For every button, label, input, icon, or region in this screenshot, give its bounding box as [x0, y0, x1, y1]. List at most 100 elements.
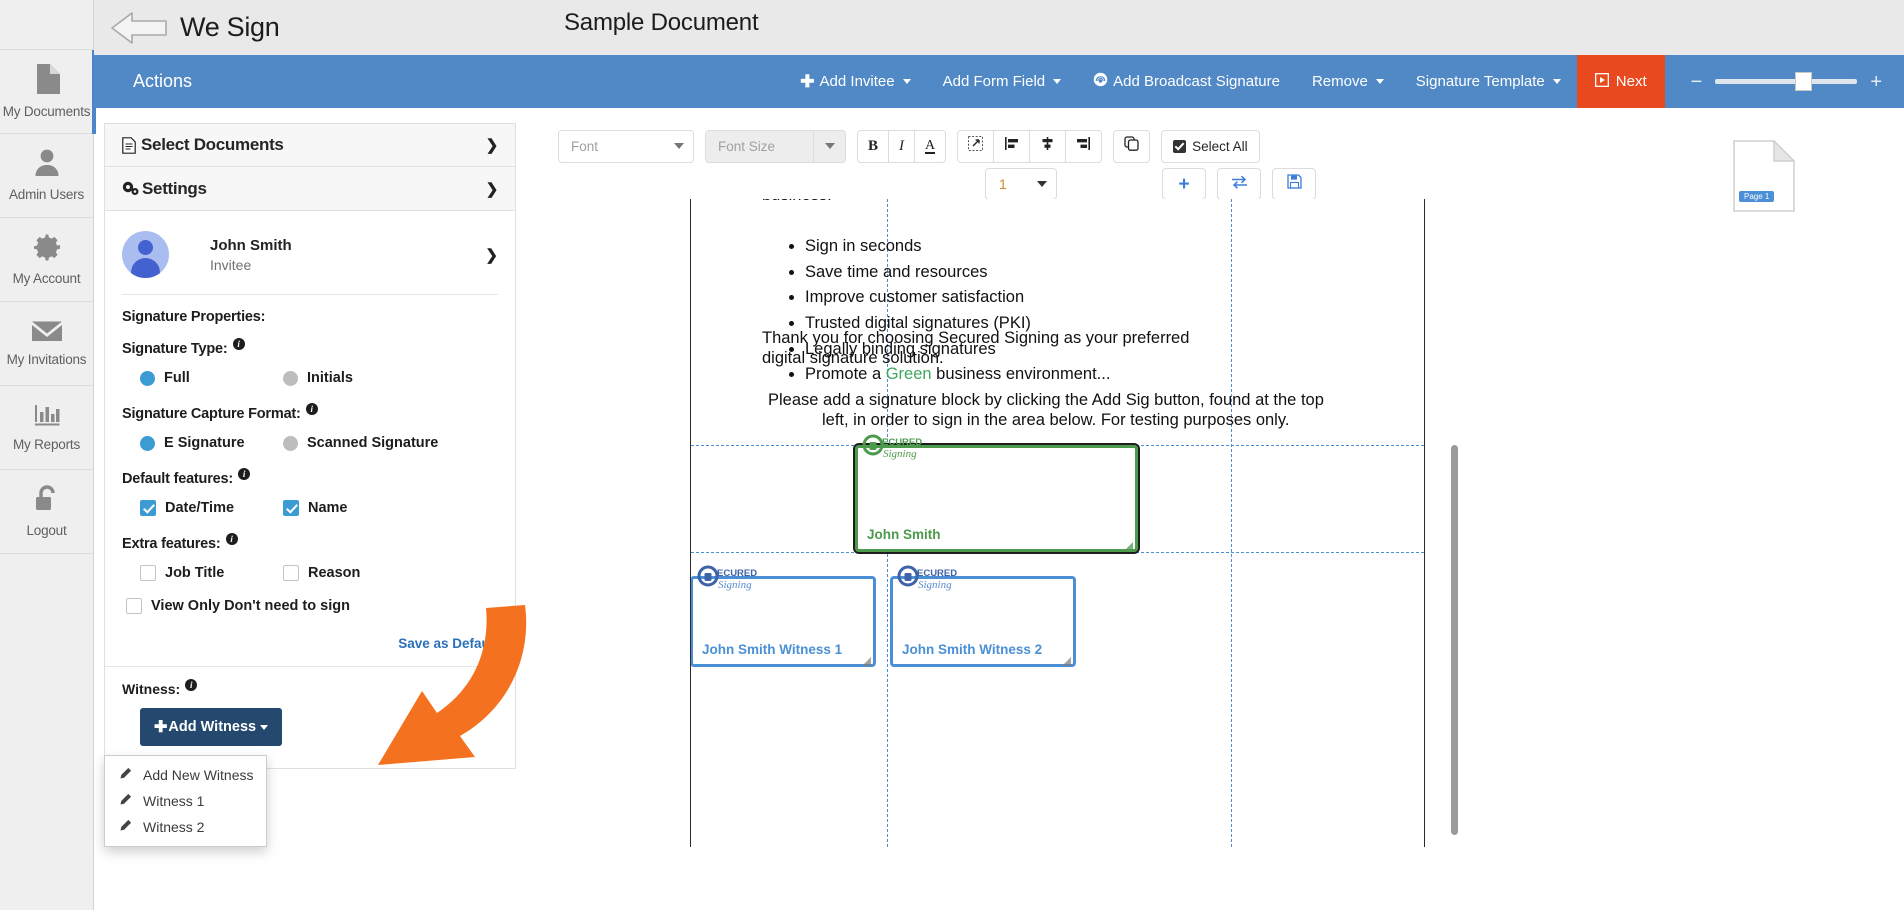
text-color-icon: A — [925, 137, 936, 154]
accordion-select-documents[interactable]: Select Documents ❯ — [104, 123, 516, 167]
zoom-in-button[interactable]: + — [1870, 72, 1882, 92]
signature-name: John Smith — [867, 527, 941, 542]
info-icon[interactable]: i — [232, 338, 245, 350]
settings-body: John Smith Invitee ❯ Signature Propertie… — [104, 211, 516, 769]
info-icon[interactable]: i — [185, 679, 198, 691]
info-icon[interactable]: i — [238, 468, 251, 480]
align-right-button[interactable] — [1066, 130, 1102, 162]
accordion-settings[interactable]: Settings ❯ — [104, 167, 516, 211]
chevron-down-icon[interactable]: ❯ — [485, 246, 498, 264]
menu-item-add-new-witness[interactable]: Add New Witness — [105, 762, 266, 788]
add-witness-button[interactable]: ✚ Add Witness — [140, 708, 283, 746]
app-brand: We Sign — [180, 12, 280, 42]
document-lead-text: business: — [762, 199, 832, 205]
copy-button[interactable] — [1114, 130, 1150, 162]
checkbox-box — [140, 500, 156, 516]
signature-block-witness-1[interactable]: ECURED Signing John Smith Witness 1 — [691, 565, 876, 667]
zoom-slider[interactable] — [1715, 72, 1858, 91]
chevron-down-icon — [902, 79, 911, 84]
text-color-button[interactable]: A — [915, 130, 946, 162]
capture-format-label: Signature Capture Format: i — [122, 403, 498, 422]
checkbox-date-time[interactable]: Date/Time — [122, 500, 279, 516]
signature-block-main[interactable]: ECURED Signing John Smith — [853, 434, 1140, 554]
radio-signature-type-initials[interactable]: Initials — [279, 370, 353, 386]
swap-pages-button[interactable] — [1217, 168, 1261, 200]
radio-signature-type-full[interactable]: Full — [122, 370, 279, 386]
chevron-down-icon[interactable]: ❯ — [486, 180, 499, 198]
menu-item-witness-1[interactable]: Witness 1 — [105, 788, 266, 814]
next-button[interactable]: Next — [1576, 55, 1665, 108]
radio-capture-e-signature[interactable]: E Signature — [122, 435, 279, 451]
page-action-buttons: + — [1162, 168, 1316, 200]
align-center-button[interactable] — [1030, 130, 1067, 162]
option-label: E Signature — [164, 435, 245, 451]
radio-capture-scanned-signature[interactable]: Scanned Signature — [279, 435, 438, 451]
sidebar-label: My Documents — [2, 104, 91, 119]
page-thumbnail[interactable]: Page 1 — [1733, 139, 1796, 212]
zoom-out-button[interactable]: − — [1691, 72, 1703, 92]
avatar — [122, 231, 169, 278]
align-left-button[interactable] — [994, 130, 1031, 162]
format-toolbar: Font Font Size B I A Select All — [558, 126, 1586, 166]
select-all-button[interactable]: Select All — [1162, 130, 1259, 162]
document-scrollbar[interactable] — [1451, 445, 1458, 835]
save-as-default-link[interactable]: Save as Default — [398, 636, 498, 651]
default-features-options: Date/Time Name — [122, 500, 498, 516]
svg-text:Signing: Signing — [718, 579, 752, 591]
remove-button[interactable]: Remove — [1296, 55, 1400, 108]
document-page[interactable]: business: Sign in seconds Save time and … — [690, 199, 1425, 847]
resize-button[interactable] — [958, 130, 995, 162]
sidebar-item-my-account[interactable]: My Account — [0, 218, 93, 302]
sidebar-item-my-invitations[interactable]: My Invitations — [0, 302, 93, 386]
checkbox-job-title[interactable]: Job Title — [122, 565, 279, 581]
signature-block-witness-2[interactable]: ECURED Signing John Smith Witness 2 — [890, 565, 1076, 667]
italic-button[interactable]: I — [889, 130, 916, 162]
menu-item-label: Add New Witness — [143, 767, 254, 783]
font-select[interactable]: Font — [559, 130, 693, 162]
signature-template-button[interactable]: Signature Template — [1400, 55, 1577, 108]
chevron-down-icon[interactable]: ❯ — [486, 136, 499, 154]
back-arrow-icon[interactable] — [108, 8, 170, 48]
info-icon[interactable]: i — [225, 533, 238, 545]
avatar-head — [138, 240, 153, 255]
add-page-button[interactable]: + — [1162, 168, 1206, 200]
save-button[interactable] — [1272, 168, 1316, 200]
font-size-dropdown-arrow[interactable] — [814, 130, 845, 162]
sidebar-item-logout[interactable]: Logout — [0, 470, 93, 554]
checkbox-box — [283, 500, 299, 516]
checkbox-reason[interactable]: Reason — [279, 565, 360, 581]
actions-label: Actions — [133, 71, 193, 91]
font-group: Font — [558, 129, 694, 163]
pencil-icon — [119, 819, 132, 835]
signature-type-label: Signature Type: i — [122, 338, 498, 357]
zoom-slider-thumb[interactable] — [1795, 72, 1813, 91]
title-bar: We Sign Sample Document — [94, 0, 1904, 55]
add-invitee-button[interactable]: ✚ Add Invitee — [784, 55, 926, 108]
document-paragraph-2-line-1: Please add a signature block by clicking… — [768, 391, 1324, 409]
sidebar-item-my-documents[interactable]: My Documents — [0, 50, 93, 134]
page-select[interactable]: 1 — [985, 168, 1057, 200]
menu-item-witness-2[interactable]: Witness 2 — [105, 814, 266, 840]
add-form-field-button[interactable]: Add Form Field — [927, 55, 1078, 108]
extra-features-options: Job Title Reason — [122, 565, 498, 581]
resize-handle[interactable] — [1062, 653, 1071, 666]
add-broadcast-signature-button[interactable]: Add Broadcast Signature — [1077, 55, 1296, 108]
select-documents-label: Select Documents — [141, 135, 284, 154]
resize-handle[interactable] — [1124, 538, 1133, 551]
checkbox-name[interactable]: Name — [279, 500, 348, 516]
font-size-select[interactable]: Font Size — [706, 130, 814, 162]
plus-icon: + — [1178, 173, 1190, 195]
sidebar-item-admin-users[interactable]: Admin Users — [0, 134, 93, 218]
resize-handle[interactable] — [862, 653, 871, 666]
info-icon[interactable]: i — [305, 403, 318, 415]
action-bar: Actions ✚ Add Invitee Add Form Field Add… — [94, 55, 1904, 108]
page-title: Sample Document — [564, 9, 759, 36]
invitee-row[interactable]: John Smith Invitee ❯ — [105, 227, 515, 294]
witness-dropdown-menu: Add New Witness Witness 1 Witness 2 — [104, 755, 267, 847]
view-only-row: View Only Don't need to sign — [122, 598, 498, 614]
bold-button[interactable]: B — [858, 130, 890, 162]
checkbox-view-only[interactable]: View Only Don't need to sign — [122, 598, 350, 614]
add-witness-label: Add Witness — [168, 719, 257, 735]
radio-dot — [140, 435, 155, 451]
sidebar-item-my-reports[interactable]: My Reports — [0, 386, 93, 470]
